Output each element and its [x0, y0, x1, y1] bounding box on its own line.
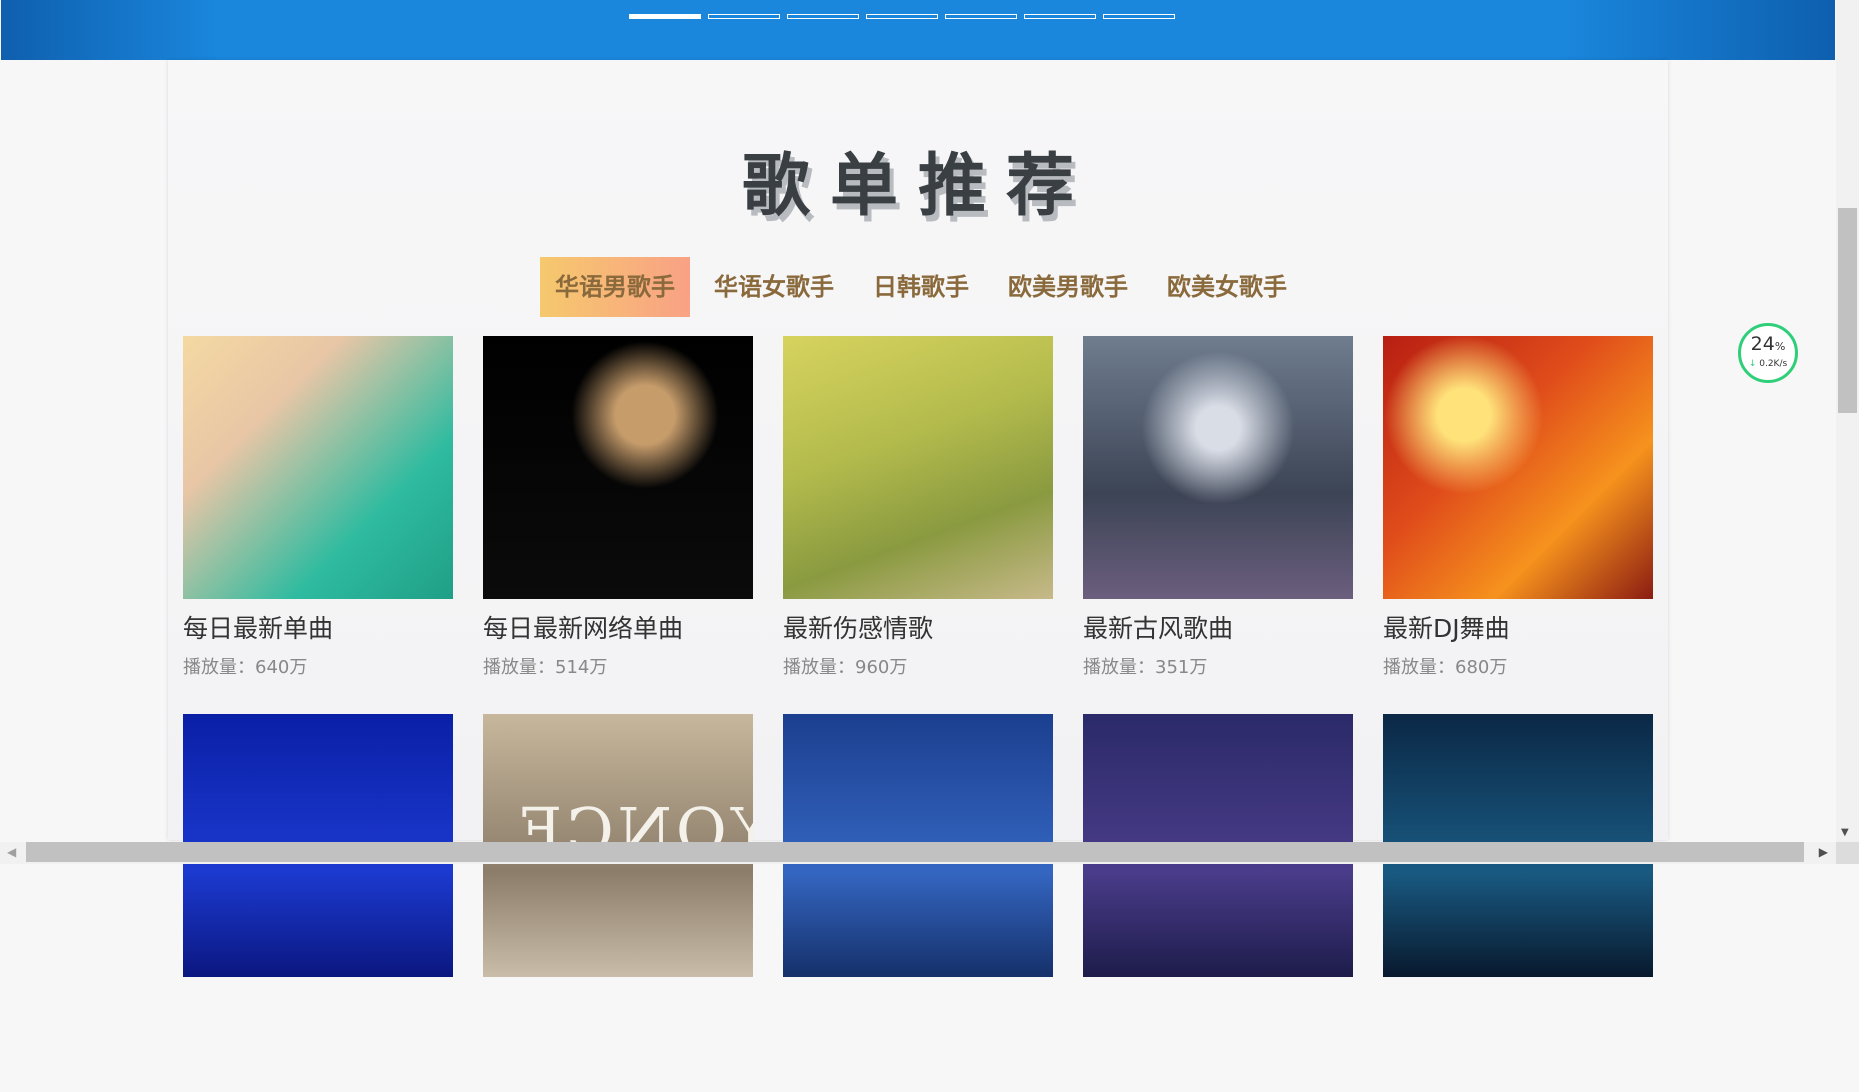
playlist-cover-image[interactable]: [783, 336, 1053, 599]
scroll-left-arrow-icon[interactable]: ◀: [7, 845, 16, 859]
playlist-grid: 每日最新单曲 播放量：640万 每日最新网络单曲 播放量：514万 最新伤感情歌 播放量：…: [183, 336, 1653, 1092]
playlist-title[interactable]: 每日最新单曲: [183, 609, 453, 643]
playlist-cover-image[interactable]: [1383, 336, 1653, 599]
playlist-title[interactable]: [1083, 987, 1353, 1021]
top-banner-carousel: [1, 0, 1835, 60]
playlist-title[interactable]: [483, 987, 753, 1021]
playlist-title[interactable]: [183, 987, 453, 1021]
playlist-play-count: 播放量：960万: [783, 657, 908, 678]
speed-percent: 24%: [1750, 333, 1786, 355]
playlist-title[interactable]: 最新伤感情歌: [783, 609, 1053, 643]
playlist-recommend-panel: 歌单推荐 华语男歌手 华语女歌手 日韩歌手 欧美男歌手 欧美女歌手 每日最新单曲播放量：…: [168, 60, 1668, 977]
playlist-title[interactable]: 最新DJ舞曲: [1383, 609, 1653, 643]
carousel-dot[interactable]: [1103, 14, 1175, 19]
playlist-card[interactable]: BEYONCE: [483, 714, 753, 1092]
carousel-dot[interactable]: [629, 14, 701, 19]
playlist-title[interactable]: [1383, 987, 1653, 1021]
playlist-play-count: 播放量：351万: [1083, 657, 1208, 678]
playlist-title[interactable]: 最新古风歌曲: [1083, 609, 1353, 643]
playlist-play-count: 播放量：640万: [183, 657, 308, 678]
playlist-card[interactable]: [1383, 714, 1653, 1092]
playlist-play-count: 播放量：514万: [483, 657, 608, 678]
playlist-card[interactable]: 每日最新单曲播放量：640万: [183, 336, 453, 714]
playlist-cover-image[interactable]: [1083, 336, 1353, 599]
playlist-cover-image[interactable]: [483, 336, 753, 599]
tab-singer-category[interactable]: 华语女歌手: [699, 257, 849, 317]
playlist-card[interactable]: 每日最新网络单曲播放量：514万: [483, 336, 753, 714]
playlist-play-count: 播放量：680万: [1383, 657, 1508, 678]
carousel-dot[interactable]: [787, 14, 859, 19]
playlist-title[interactable]: [783, 987, 1053, 1021]
carousel-dot[interactable]: [1024, 14, 1096, 19]
tab-singer-category[interactable]: 欧美男歌手: [993, 257, 1143, 317]
singer-category-tabs: 华语男歌手 华语女歌手 日韩歌手 欧美男歌手 欧美女歌手: [540, 257, 1311, 317]
tab-singer-category[interactable]: 日韩歌手: [858, 257, 984, 317]
scroll-right-arrow-icon[interactable]: ▶: [1819, 845, 1828, 859]
playlist-card[interactable]: 最新DJ舞曲播放量：680万: [1383, 336, 1653, 714]
playlist-title[interactable]: 每日最新网络单曲: [483, 609, 753, 643]
tab-singer-category[interactable]: 华语男歌手: [540, 257, 690, 317]
playlist-card[interactable]: [183, 714, 453, 1092]
speed-rate: ↓ 0.2K/s: [1748, 359, 1788, 369]
download-arrow-icon: ↓: [1748, 359, 1757, 369]
carousel-dot[interactable]: [866, 14, 938, 19]
playlist-card[interactable]: 最新伤感情歌播放量：960万: [783, 336, 1053, 714]
carousel-dot[interactable]: [708, 14, 780, 19]
carousel-dot[interactable]: [945, 14, 1017, 19]
section-title: 歌单推荐: [741, 147, 1094, 226]
horizontal-scrollbar-thumb[interactable]: [26, 842, 1804, 862]
network-speed-widget[interactable]: 24% ↓ 0.2K/s: [1738, 323, 1798, 383]
playlist-card[interactable]: [1083, 714, 1353, 1092]
playlist-card[interactable]: [783, 714, 1053, 1092]
playlist-card[interactable]: 最新古风歌曲播放量：351万: [1083, 336, 1353, 714]
horizontal-scrollbar[interactable]: ◀ ▶: [0, 842, 1836, 864]
playlist-cover-image[interactable]: [183, 336, 453, 599]
vertical-scrollbar-thumb[interactable]: [1838, 208, 1857, 413]
tab-singer-category[interactable]: 欧美女歌手: [1152, 257, 1302, 317]
scroll-down-arrow-icon[interactable]: ▼: [1841, 827, 1849, 838]
scrollbar-corner: [1836, 842, 1859, 864]
carousel-indicators: [629, 14, 1175, 19]
vertical-scrollbar[interactable]: ▼: [1836, 0, 1859, 842]
